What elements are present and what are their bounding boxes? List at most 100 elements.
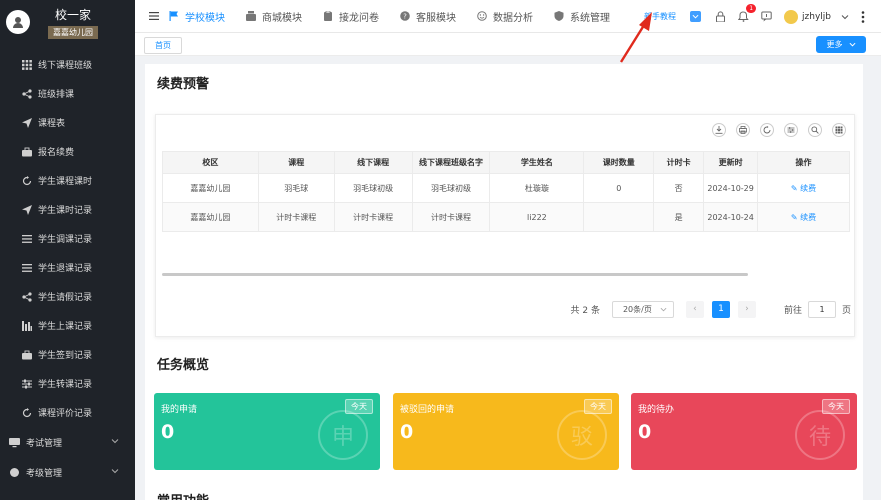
- cell-class-name: 计时卡课程: [411, 202, 491, 232]
- total-count: 共 2 条: [570, 306, 600, 316]
- column-header[interactable]: 学生姓名: [489, 151, 585, 174]
- notification-button[interactable]: 1: [737, 4, 757, 22]
- tab-home[interactable]: 首页: [144, 37, 182, 54]
- filter-button[interactable]: [784, 123, 798, 137]
- sidebar-item-transfer-records[interactable]: 学生调课记录: [0, 224, 135, 253]
- cell-offline: 计时卡课程: [333, 202, 413, 232]
- sidebar-item-timetable[interactable]: 课程表: [0, 108, 135, 137]
- sidebar-item-student-hours[interactable]: 学生课程课时: [0, 166, 135, 195]
- sidebar-item-label: 课程表: [38, 119, 66, 129]
- renew-link[interactable]: ✎ 续费: [757, 173, 850, 203]
- chevron-down-icon: [111, 439, 119, 444]
- sidebar-item-enroll-renew[interactable]: 报名续费: [0, 137, 135, 166]
- share-icon: [22, 291, 32, 302]
- cell-updated: 2024-10-29: [703, 173, 759, 203]
- column-header[interactable]: 操作: [757, 151, 850, 174]
- guide-link[interactable]: 新手教程: [644, 11, 676, 22]
- table-row: 嘉嘉幼儿园 羽毛球 羽毛球初级 羽毛球初级 杜璇璇 0 否 2024-10-29…: [162, 173, 850, 203]
- cell-student: 杜璇璇: [489, 173, 585, 203]
- nav-label: 接龙问卷: [339, 12, 379, 24]
- page-number-current[interactable]: 1: [711, 301, 730, 318]
- sliders-icon: [22, 379, 32, 389]
- column-header[interactable]: 校区: [162, 151, 259, 174]
- search-button[interactable]: [808, 123, 822, 137]
- table-toolbar: [702, 123, 846, 137]
- download-button[interactable]: [712, 123, 726, 137]
- tab-bar: 首页 更多: [135, 33, 881, 56]
- refresh-button[interactable]: [760, 123, 774, 137]
- column-header[interactable]: 更新时: [703, 151, 759, 174]
- nav-service[interactable]: ? 客服模块: [400, 9, 456, 24]
- stamp-icon: 待: [795, 410, 845, 460]
- clipboard-icon: [324, 11, 332, 21]
- section-title: 常用功能: [157, 490, 209, 500]
- dropdown-toggle[interactable]: [690, 11, 702, 22]
- sidebar-item-attend-records[interactable]: 学生上课记录: [0, 311, 135, 340]
- sidebar-item-label: 学生请假记录: [38, 293, 93, 303]
- sidebar-item-drop-records[interactable]: 学生退课记录: [0, 253, 135, 282]
- more-button[interactable]: 更多: [816, 36, 866, 53]
- notification-badge: 1: [746, 4, 757, 13]
- column-header[interactable]: 课程: [257, 151, 335, 174]
- lock-icon[interactable]: [715, 11, 726, 22]
- card-count: 0: [400, 421, 414, 443]
- list-icon: [22, 234, 32, 244]
- download-icon: [715, 126, 723, 134]
- renew-label: 续费: [800, 212, 817, 222]
- nav-label: 客服模块: [416, 12, 456, 24]
- column-header[interactable]: 线下课程班级名字: [411, 151, 491, 174]
- prev-page-button[interactable]: ‹: [685, 301, 704, 318]
- columns-button[interactable]: [832, 123, 846, 137]
- stamp-icon: 申: [318, 410, 368, 460]
- sidebar-item-label: 线下课程班级: [38, 61, 93, 71]
- nav-survey[interactable]: 接龙问卷: [323, 9, 379, 24]
- page-size-select[interactable]: 20条/页: [611, 301, 674, 318]
- shield-icon: [554, 11, 564, 21]
- search-icon: [811, 126, 819, 134]
- list-icon: [22, 263, 32, 273]
- nav-system[interactable]: 系统管理: [554, 9, 610, 24]
- sidebar-item-signin-records[interactable]: 学生签到记录: [0, 340, 135, 369]
- refresh-icon: [763, 126, 771, 134]
- sidebar-menu: 线下课程班级 班级排课 课程表 报名续费 学生课程课时 学生课时记录 学生调课记…: [0, 50, 135, 487]
- sidebar-item-offline-class[interactable]: 线下课程班级: [0, 50, 135, 79]
- next-page-button[interactable]: ›: [737, 301, 756, 318]
- column-header[interactable]: 计时卡: [653, 151, 705, 174]
- card-title: 我的待办: [638, 405, 675, 415]
- nav-mall[interactable]: 商城模块: [246, 9, 302, 24]
- nav-analytics[interactable]: 数据分析: [477, 9, 533, 24]
- card-rejected-applications[interactable]: 被驳回的申请 今天 0 驳: [393, 393, 619, 470]
- more-vertical-icon[interactable]: [861, 10, 865, 23]
- renew-link[interactable]: ✎ 续费: [757, 202, 850, 232]
- column-header[interactable]: 课时数量: [583, 151, 655, 174]
- sidebar-group-level[interactable]: 考级管理: [0, 457, 135, 487]
- card-my-applications[interactable]: 我的申请 今天 0 申: [154, 393, 380, 470]
- sidebar-item-label: 学生转课记录: [38, 380, 93, 390]
- nav-label: 学校模块: [185, 12, 225, 24]
- sidebar-item-hour-records[interactable]: 学生课时记录: [0, 195, 135, 224]
- card-my-todos[interactable]: 我的待办 今天 0 待: [631, 393, 857, 470]
- card-title: 被驳回的申请: [400, 405, 455, 415]
- sidebar-item-switch-records[interactable]: 学生转课记录: [0, 369, 135, 398]
- cell-student: li222: [489, 202, 585, 232]
- nav-school[interactable]: 学校模块: [169, 9, 225, 24]
- column-header[interactable]: 线下课程: [333, 151, 413, 174]
- top-bar-right: 新手教程 1 jzhyljb: [644, 0, 881, 33]
- sidebar-item-class-schedule[interactable]: 班级排课: [0, 79, 135, 108]
- cell-campus: 嘉嘉幼儿园: [162, 173, 259, 203]
- user-menu[interactable]: jzhyljb: [784, 9, 849, 24]
- cell-timecard: 否: [653, 173, 705, 203]
- horizontal-scrollbar[interactable]: [162, 273, 748, 276]
- shop-icon: [246, 11, 256, 21]
- print-icon: [739, 126, 747, 134]
- message-icon[interactable]: [761, 11, 772, 22]
- briefcase-icon: [22, 350, 32, 360]
- sidebar-item-leave-records[interactable]: 学生请假记录: [0, 282, 135, 311]
- send-icon: [22, 204, 32, 215]
- goto-page-input[interactable]: 1: [807, 301, 836, 318]
- sidebar-item-review-records[interactable]: 课程评价记录: [0, 398, 135, 427]
- sidebar-item-label: 学生退课记录: [38, 264, 93, 274]
- print-button[interactable]: [736, 123, 750, 137]
- hamburger-icon[interactable]: [149, 11, 159, 21]
- sidebar-group-exam[interactable]: 考试管理: [0, 427, 135, 457]
